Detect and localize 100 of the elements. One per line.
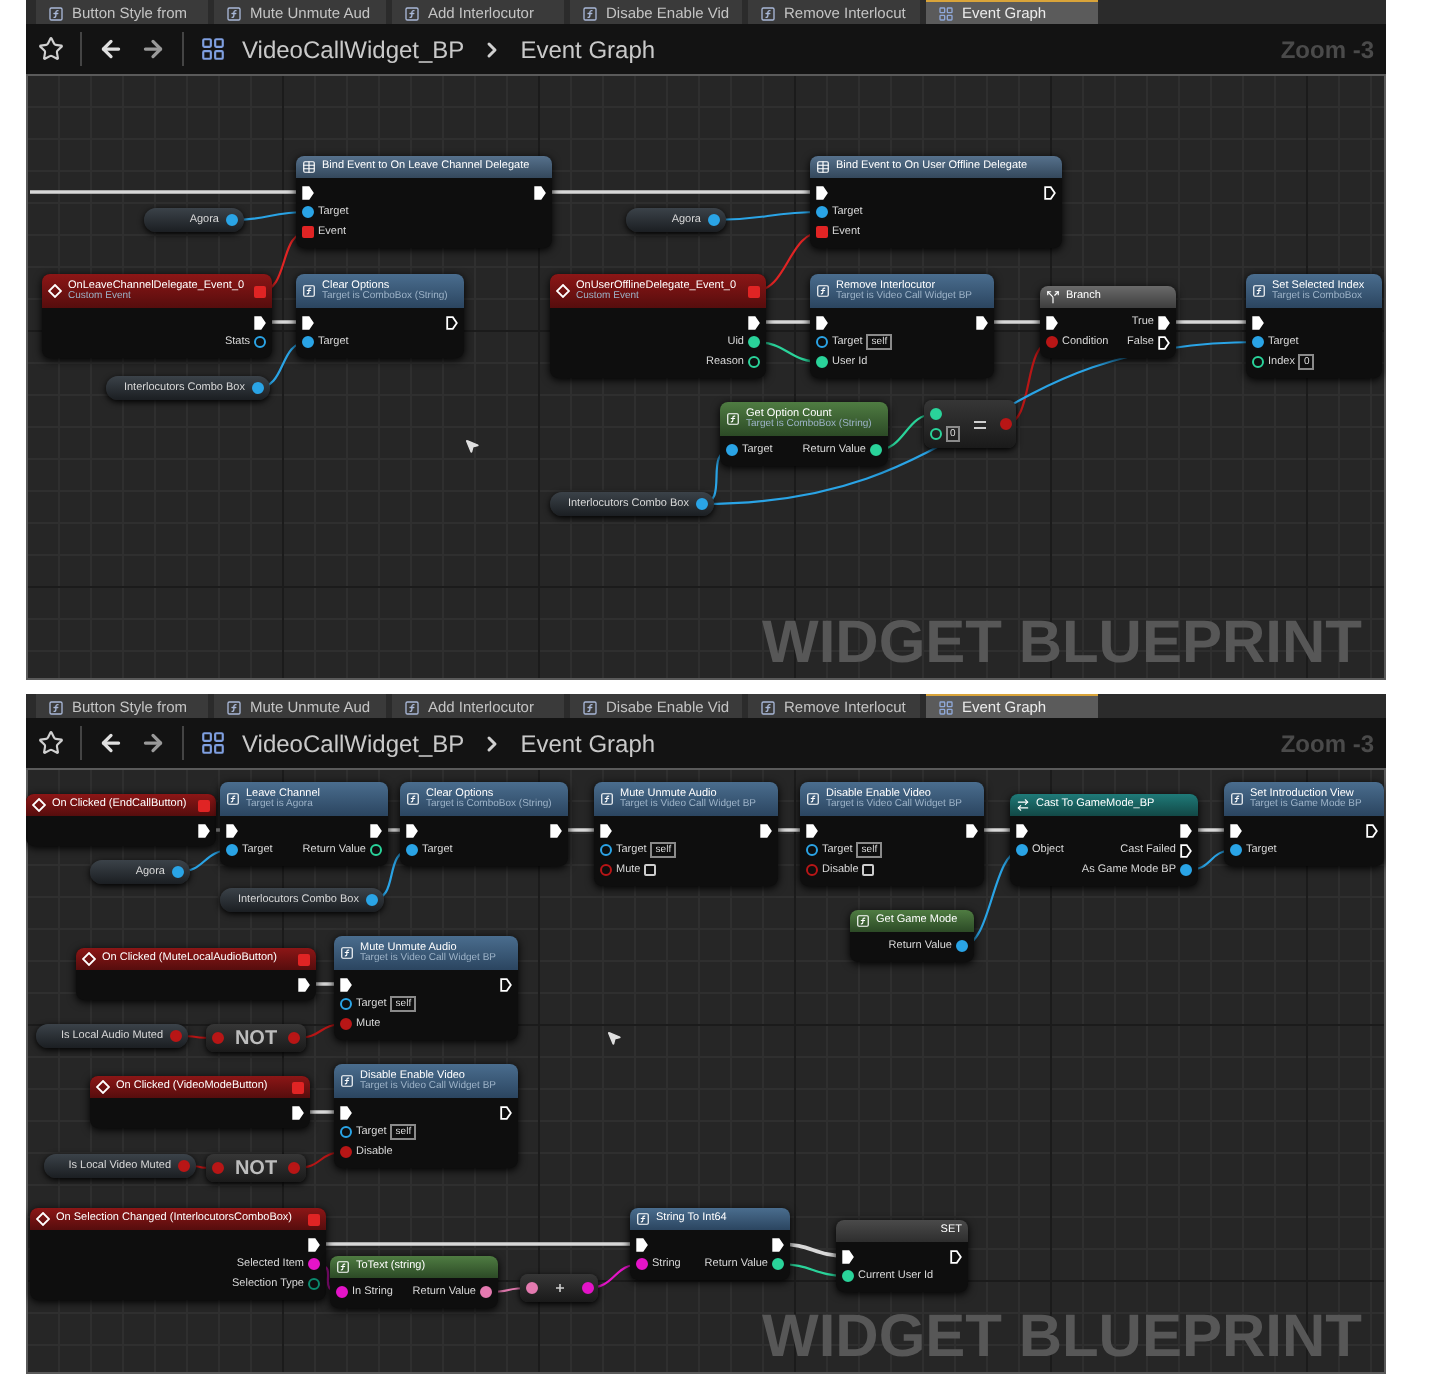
exec-pin-icon[interactable] <box>1180 843 1192 857</box>
exec-pin-icon[interactable] <box>842 1249 854 1263</box>
back-arrow-icon[interactable] <box>98 730 124 756</box>
back-arrow-icon[interactable] <box>98 36 124 62</box>
exec-pin-icon[interactable] <box>500 977 512 991</box>
pin-icon[interactable] <box>1252 356 1264 368</box>
function-icon <box>1252 284 1266 298</box>
exec-pin-icon[interactable] <box>1046 315 1058 329</box>
exec-pin-icon[interactable] <box>636 1237 648 1251</box>
pin-icon[interactable] <box>340 1126 352 1138</box>
pin-icon[interactable] <box>600 844 612 856</box>
pin-icon[interactable] <box>929 428 941 440</box>
pin-icon[interactable] <box>1180 864 1192 876</box>
pin-icon[interactable] <box>726 444 738 456</box>
pin-icon[interactable] <box>225 214 237 226</box>
forward-arrow-icon[interactable] <box>140 36 166 62</box>
exec-pin-icon[interactable] <box>966 823 978 837</box>
exec-pin-icon[interactable] <box>340 1105 352 1119</box>
exec-pin-icon[interactable] <box>302 185 314 199</box>
exec-pin-icon[interactable] <box>550 823 562 837</box>
exec-pin-icon[interactable] <box>198 823 210 837</box>
exec-pin-icon[interactable] <box>976 315 988 329</box>
operator-node[interactable] <box>520 1274 598 1302</box>
pin-icon[interactable] <box>956 940 968 952</box>
graph-icon <box>938 699 954 715</box>
pin-icon[interactable] <box>1230 844 1242 856</box>
exec-pin-icon[interactable] <box>772 1237 784 1251</box>
function-icon <box>726 412 740 426</box>
pin-icon[interactable] <box>365 894 377 906</box>
exec-pin-icon[interactable] <box>308 1237 320 1251</box>
exec-pin-icon[interactable] <box>340 977 352 991</box>
pin-icon[interactable] <box>308 1278 320 1290</box>
exec-pin-icon[interactable] <box>1180 823 1192 837</box>
pin-icon[interactable] <box>336 1286 348 1298</box>
pin-icon[interactable] <box>842 1270 854 1282</box>
exec-pin-icon[interactable] <box>600 823 612 837</box>
exec-pin-icon[interactable] <box>748 315 760 329</box>
exec-pin-icon[interactable] <box>1366 823 1378 837</box>
pin-icon[interactable] <box>525 1282 537 1294</box>
pin-icon[interactable] <box>772 1258 784 1270</box>
breadcrumb-link[interactable]: VideoCallWidget_BP <box>242 729 465 757</box>
pin-icon[interactable] <box>816 356 828 368</box>
pin-icon[interactable] <box>251 382 263 394</box>
breadcrumb-current: Event Graph <box>520 35 656 63</box>
exec-pin-icon[interactable] <box>1044 185 1056 199</box>
exec-pin-icon[interactable] <box>950 1249 962 1263</box>
pin-icon[interactable] <box>1252 336 1264 348</box>
checkbox[interactable] <box>644 864 657 876</box>
pin-icon[interactable] <box>707 214 719 226</box>
pin-icon[interactable] <box>929 408 941 420</box>
delegate-pin-icon[interactable] <box>816 226 828 238</box>
pin-icon[interactable] <box>226 844 238 856</box>
pin-icon[interactable] <box>370 844 382 856</box>
exec-pin-icon[interactable] <box>760 823 772 837</box>
pin-icon[interactable] <box>254 336 266 348</box>
pin-icon[interactable] <box>636 1258 648 1270</box>
function-icon <box>48 5 64 21</box>
exec-pin-icon[interactable] <box>302 315 314 329</box>
pin-icon[interactable] <box>748 356 760 368</box>
exec-pin-icon[interactable] <box>1158 335 1170 349</box>
pin-icon[interactable] <box>748 336 760 348</box>
exec-pin-icon[interactable] <box>254 315 266 329</box>
exec-pin-icon[interactable] <box>1230 823 1242 837</box>
function-icon <box>48 699 64 715</box>
exec-pin-icon[interactable] <box>816 315 828 329</box>
exec-pin-icon[interactable] <box>1158 315 1170 329</box>
delegate-pin-icon[interactable] <box>302 226 314 238</box>
checkbox[interactable] <box>862 864 875 876</box>
pin-icon[interactable] <box>406 844 418 856</box>
exec-pin-icon[interactable] <box>226 823 238 837</box>
exec-pin-icon[interactable] <box>1252 315 1264 329</box>
star-icon[interactable] <box>38 730 64 756</box>
pin-icon[interactable] <box>816 206 828 218</box>
exec-pin-icon[interactable] <box>298 977 310 991</box>
function-icon <box>226 699 242 715</box>
pin-icon[interactable] <box>806 844 818 856</box>
star-icon[interactable] <box>38 36 64 62</box>
exec-pin-icon[interactable] <box>816 185 828 199</box>
pin-icon[interactable] <box>302 206 314 218</box>
exec-pin-icon[interactable] <box>370 823 382 837</box>
pin-icon[interactable] <box>480 1286 492 1298</box>
exec-pin-icon[interactable] <box>1016 823 1028 837</box>
function-icon <box>816 284 830 298</box>
forward-arrow-icon[interactable] <box>140 730 166 756</box>
exec-pin-icon[interactable] <box>446 315 458 329</box>
exec-pin-icon[interactable] <box>500 1105 512 1119</box>
cast-arrows-icon <box>1016 798 1030 812</box>
pin-icon[interactable] <box>816 336 828 348</box>
exec-pin-icon[interactable] <box>406 823 418 837</box>
exec-pin-icon[interactable] <box>806 823 818 837</box>
pin-icon[interactable] <box>1016 844 1028 856</box>
pin-icon[interactable] <box>308 1258 320 1270</box>
exec-pin-icon[interactable] <box>292 1105 304 1119</box>
pin-icon[interactable] <box>340 998 352 1010</box>
breadcrumb-link[interactable]: VideoCallWidget_BP <box>242 35 465 63</box>
pin-icon[interactable] <box>695 498 707 510</box>
pin-icon[interactable] <box>870 444 882 456</box>
pin-icon[interactable] <box>171 866 183 878</box>
pin-icon[interactable] <box>302 336 314 348</box>
exec-pin-icon[interactable] <box>534 185 546 199</box>
